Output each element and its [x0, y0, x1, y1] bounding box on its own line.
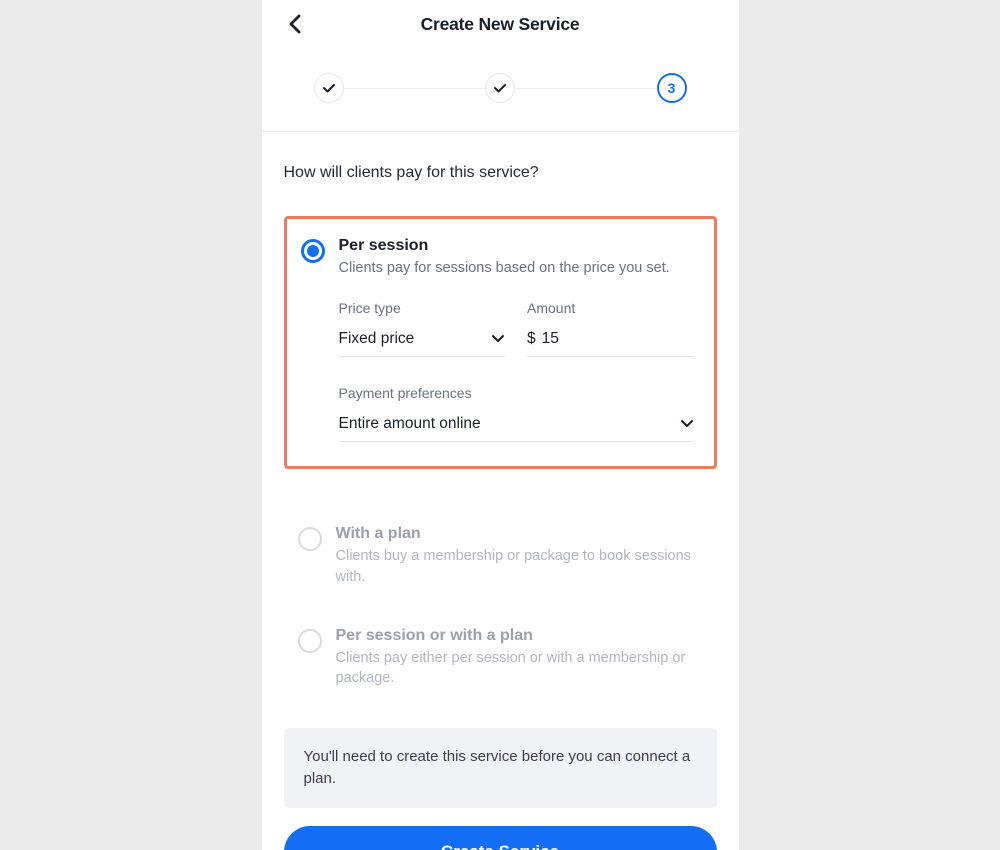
page-title: Create New Service: [421, 14, 580, 35]
price-type-value: Fixed price: [339, 330, 415, 348]
step-2-done: [485, 73, 515, 103]
plan-connect-notice: You'll need to create this service befor…: [284, 728, 717, 808]
check-icon: [322, 81, 336, 95]
create-service-button[interactable]: Create Service: [284, 826, 717, 850]
create-service-screen: Create New Service 3 How will clients pa…: [262, 0, 739, 850]
price-type-select[interactable]: Fixed price: [339, 324, 506, 357]
amount-input[interactable]: $ 15: [527, 324, 694, 357]
amount-field: Amount $ 15: [527, 300, 694, 357]
question-text: How will clients pay for this service?: [284, 164, 717, 182]
chevron-down-icon: [491, 334, 505, 344]
price-type-field: Price type Fixed price: [339, 300, 506, 357]
progress-stepper: 3: [262, 55, 739, 132]
per-session-option-highlighted: Per session Clients pay for sessions bas…: [284, 216, 717, 469]
amount-value: 15: [542, 330, 559, 348]
amount-label: Amount: [527, 300, 694, 316]
radio-per-or-plan[interactable]: [298, 629, 322, 653]
payment-pref-value: Entire amount online: [339, 415, 481, 433]
chevron-left-icon: [288, 14, 304, 34]
chevron-down-icon: [680, 419, 694, 429]
step-1-done: [314, 73, 344, 103]
per-or-plan-option[interactable]: Per session or with a plan Clients pay e…: [284, 627, 717, 689]
with-plan-desc: Clients buy a membership or package to b…: [336, 546, 697, 587]
payment-pref-label: Payment preferences: [339, 385, 694, 401]
with-plan-title: With a plan: [336, 525, 697, 543]
with-plan-option[interactable]: With a plan Clients buy a membership or …: [284, 525, 717, 587]
header: Create New Service: [262, 0, 739, 55]
step-3-active: 3: [657, 73, 687, 103]
check-icon: [493, 81, 507, 95]
content-area: How will clients pay for this service? P…: [262, 132, 739, 850]
back-button[interactable]: [284, 12, 308, 36]
price-type-label: Price type: [339, 300, 506, 316]
radio-with-plan[interactable]: [298, 527, 322, 551]
payment-pref-select[interactable]: Entire amount online: [339, 409, 694, 442]
per-session-desc: Clients pay for sessions based on the pr…: [339, 258, 694, 278]
payment-pref-field: Payment preferences Entire amount online: [339, 385, 694, 442]
per-or-plan-desc: Clients pay either per session or with a…: [336, 648, 697, 689]
per-session-body: Per session Clients pay for sessions bas…: [339, 237, 694, 442]
per-session-title: Per session: [339, 237, 694, 255]
radio-per-session[interactable]: [301, 239, 325, 263]
amount-currency: $: [527, 330, 536, 348]
per-or-plan-title: Per session or with a plan: [336, 627, 697, 645]
